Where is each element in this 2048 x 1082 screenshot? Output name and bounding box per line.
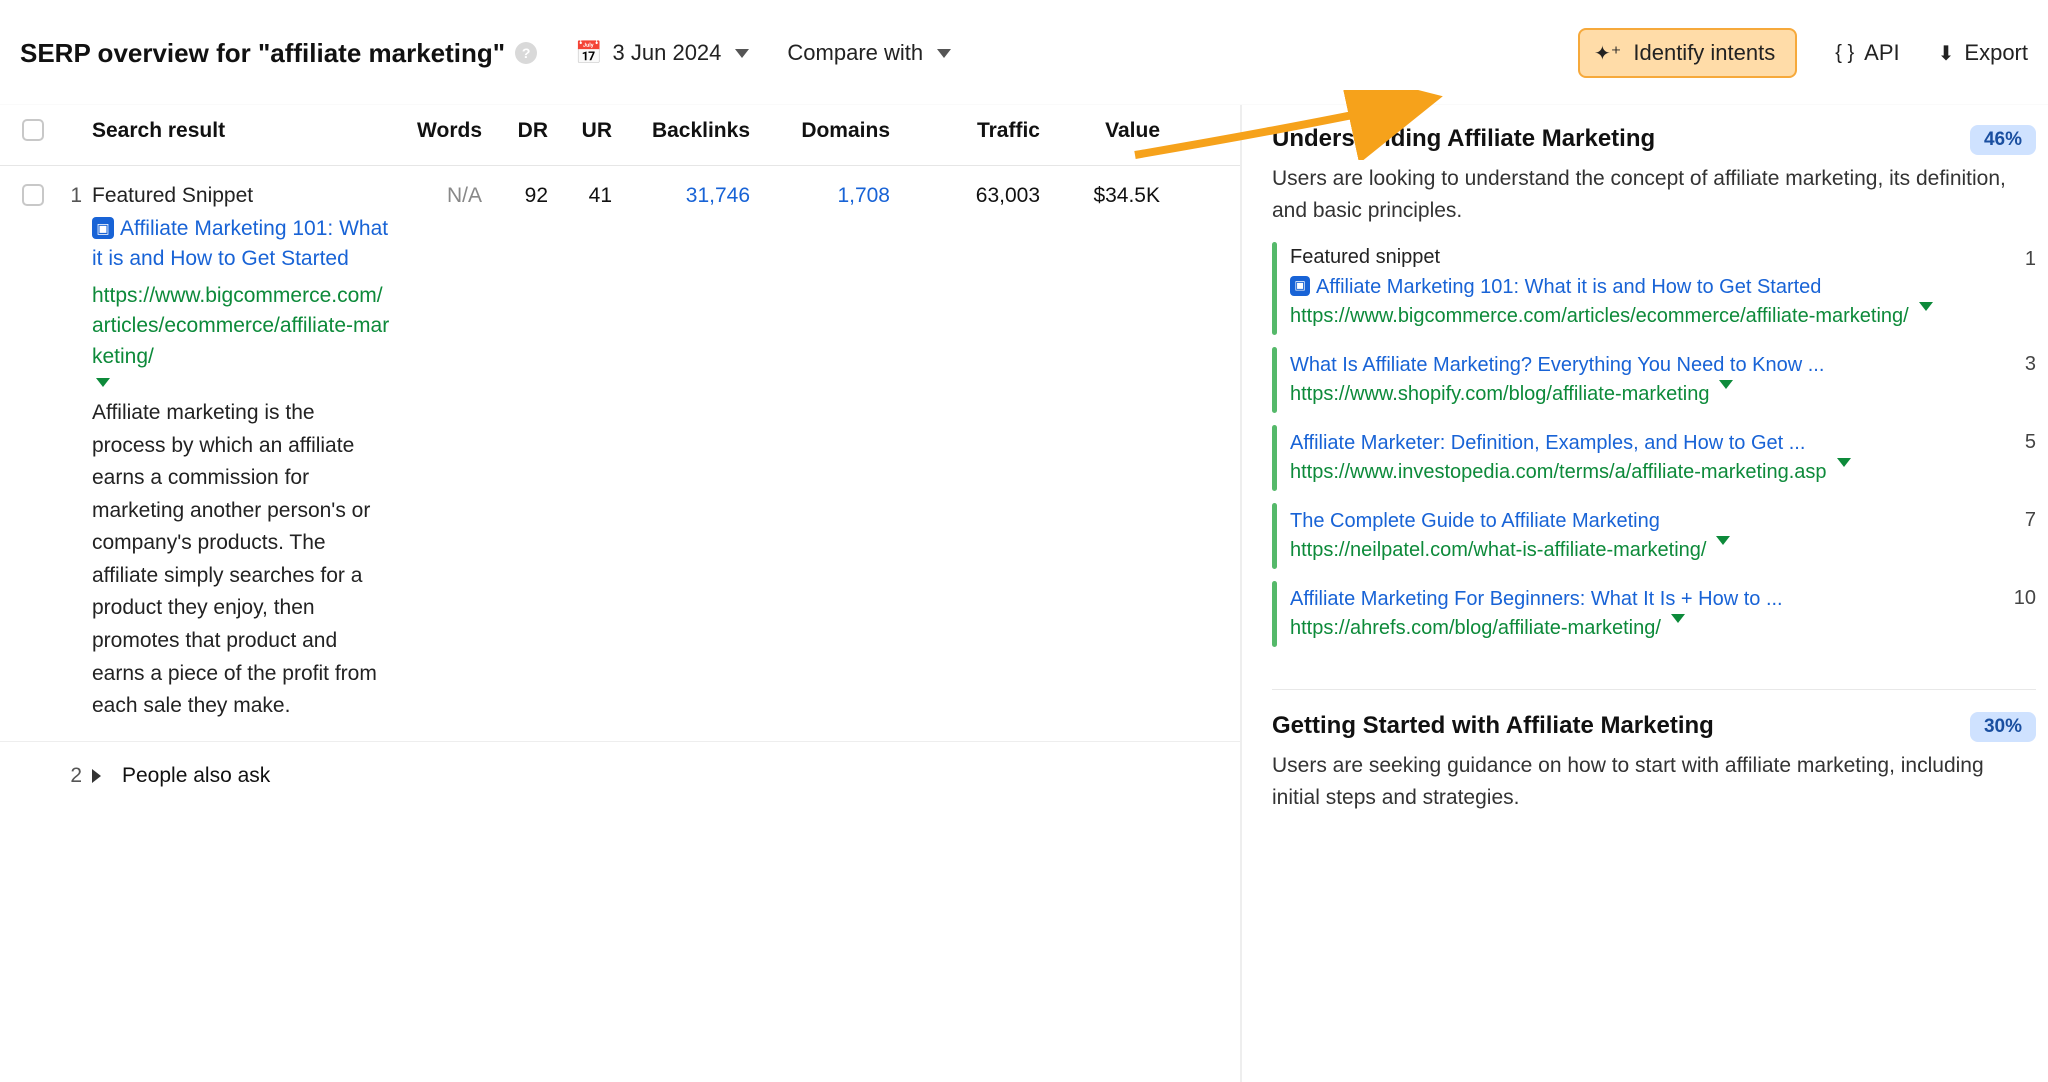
intents-panel: Understanding Affiliate Marketing 46% Us… bbox=[1240, 105, 2048, 1082]
intent-result-rank: 5 bbox=[1998, 429, 2036, 487]
col-value[interactable]: Value bbox=[1056, 119, 1176, 143]
cell-domains[interactable]: 1,708 bbox=[766, 184, 906, 208]
identify-intents-button[interactable]: ✦⁺ Identify intents bbox=[1578, 28, 1797, 78]
chevron-down-icon bbox=[735, 49, 749, 58]
result-url-text: https://www.bigcommerce.com/articles/eco… bbox=[92, 281, 392, 372]
intent-percent-badge: 30% bbox=[1970, 712, 2036, 742]
chevron-down-icon bbox=[1716, 536, 1730, 545]
help-icon[interactable]: ? bbox=[515, 42, 537, 64]
calendar-icon: 📅 bbox=[575, 42, 602, 64]
api-button[interactable]: { } API bbox=[1835, 40, 1899, 66]
intent-title: Understanding Affiliate Marketing bbox=[1272, 125, 1952, 153]
cell-words: N/A bbox=[392, 184, 498, 208]
table-row: 1 Featured Snippet ▣Affiliate Marketing … bbox=[0, 166, 1240, 742]
result-description: Affiliate marketing is the process by wh… bbox=[92, 397, 392, 722]
intent-result: Affiliate Marketing For Beginners: What … bbox=[1272, 575, 2036, 653]
col-traffic[interactable]: Traffic bbox=[906, 119, 1056, 143]
intent-result-url[interactable]: https://ahrefs.com/blog/affiliate-market… bbox=[1290, 614, 1685, 643]
col-words[interactable]: Words bbox=[392, 119, 498, 143]
table-row: 2 People also ask bbox=[0, 742, 1240, 810]
result-type: Featured Snippet bbox=[92, 184, 392, 208]
table-header: Search result Words DR UR Backlinks Doma… bbox=[0, 105, 1240, 166]
intent-result-title[interactable]: What Is Affiliate Marketing? Everything … bbox=[1290, 351, 1984, 380]
date-label: 3 Jun 2024 bbox=[613, 40, 722, 66]
select-all-checkbox[interactable] bbox=[22, 119, 44, 141]
export-button[interactable]: ⬇ Export bbox=[1938, 40, 2028, 66]
serp-table: Search result Words DR UR Backlinks Doma… bbox=[0, 105, 1240, 1082]
cell-value: $34.5K bbox=[1056, 184, 1176, 208]
intent-result: The Complete Guide to Affiliate Marketin… bbox=[1272, 497, 2036, 575]
result-title-text: Affiliate Marketing 101: What it is and … bbox=[92, 217, 388, 270]
intent-result-title[interactable]: ▣Affiliate Marketing 101: What it is and… bbox=[1290, 273, 1984, 302]
identify-label: Identify intents bbox=[1633, 40, 1775, 66]
braces-icon: { } bbox=[1835, 42, 1854, 65]
intent-result-title[interactable]: The Complete Guide to Affiliate Marketin… bbox=[1290, 507, 1984, 536]
intent-result-url[interactable]: https://www.investopedia.com/terms/a/aff… bbox=[1290, 458, 1851, 487]
result-title-link[interactable]: ▣Affiliate Marketing 101: What it is and… bbox=[92, 214, 392, 275]
chevron-down-icon bbox=[1919, 302, 1933, 311]
intent-result-url[interactable]: https://www.bigcommerce.com/articles/eco… bbox=[1290, 302, 1933, 331]
intent-description: Users are looking to understand the conc… bbox=[1272, 163, 2036, 226]
row-checkbox[interactable] bbox=[22, 184, 44, 206]
intent-result: What Is Affiliate Marketing? Everything … bbox=[1272, 341, 2036, 419]
cell-traffic: 63,003 bbox=[906, 184, 1056, 208]
intent-result-title[interactable]: Affiliate Marketing For Beginners: What … bbox=[1290, 585, 1984, 614]
chevron-down-icon bbox=[1719, 380, 1733, 389]
intent-block: Getting Started with Affiliate Marketing… bbox=[1272, 712, 2036, 813]
intent-result-title[interactable]: Affiliate Marketer: Definition, Examples… bbox=[1290, 429, 1984, 458]
col-backlinks[interactable]: Backlinks bbox=[626, 119, 766, 143]
intent-result-url[interactable]: https://www.shopify.com/blog/affiliate-m… bbox=[1290, 380, 1733, 409]
intent-description: Users are seeking guidance on how to sta… bbox=[1272, 750, 2036, 813]
chevron-down-icon bbox=[1671, 614, 1685, 623]
col-ur[interactable]: UR bbox=[562, 119, 626, 143]
compare-with-dropdown[interactable]: Compare with bbox=[787, 40, 951, 66]
intent-result-url[interactable]: https://neilpatel.com/what-is-affiliate-… bbox=[1290, 536, 1730, 565]
sparkle-icon: ✦⁺ bbox=[1594, 41, 1621, 66]
cell-ur: 41 bbox=[562, 184, 626, 208]
chevron-right-icon[interactable] bbox=[92, 769, 101, 783]
page-title-text: SERP overview for "affiliate marketing" bbox=[20, 38, 505, 69]
intent-result: Affiliate Marketer: Definition, Examples… bbox=[1272, 419, 2036, 497]
divider bbox=[1272, 689, 2036, 690]
intent-result: Featured snippet ▣Affiliate Marketing 10… bbox=[1272, 236, 2036, 341]
date-picker[interactable]: 📅 3 Jun 2024 bbox=[575, 40, 749, 66]
intent-result-rank: 10 bbox=[1998, 585, 2036, 643]
result-type[interactable]: People also ask bbox=[122, 764, 270, 788]
page-title: SERP overview for "affiliate marketing" … bbox=[20, 38, 537, 69]
intent-percent-badge: 46% bbox=[1970, 125, 2036, 155]
chevron-down-icon bbox=[96, 378, 110, 387]
cell-backlinks[interactable]: 31,746 bbox=[626, 184, 766, 208]
intent-block: Understanding Affiliate Marketing 46% Us… bbox=[1272, 125, 2036, 653]
compare-label: Compare with bbox=[787, 40, 923, 66]
intent-result-rank: 1 bbox=[1998, 246, 2036, 331]
col-search-result[interactable]: Search result bbox=[92, 119, 392, 143]
intent-result-rank: 3 bbox=[1998, 351, 2036, 409]
cell-dr: 92 bbox=[498, 184, 562, 208]
chevron-down-icon bbox=[1837, 458, 1851, 467]
intent-feature-label: Featured snippet bbox=[1290, 246, 1984, 269]
intent-result-rank: 7 bbox=[1998, 507, 2036, 565]
row-index: 1 bbox=[54, 184, 92, 208]
chevron-down-icon bbox=[937, 49, 951, 58]
export-label: Export bbox=[1964, 40, 2028, 66]
image-icon: ▣ bbox=[1290, 276, 1310, 296]
col-domains[interactable]: Domains bbox=[766, 119, 906, 143]
image-icon: ▣ bbox=[92, 217, 114, 239]
result-url[interactable]: https://www.bigcommerce.com/articles/eco… bbox=[92, 281, 392, 387]
row-index: 2 bbox=[54, 764, 92, 788]
download-icon: ⬇ bbox=[1938, 41, 1955, 66]
intent-title: Getting Started with Affiliate Marketing bbox=[1272, 712, 1952, 740]
col-dr[interactable]: DR bbox=[498, 119, 562, 143]
api-label: API bbox=[1864, 40, 1899, 66]
